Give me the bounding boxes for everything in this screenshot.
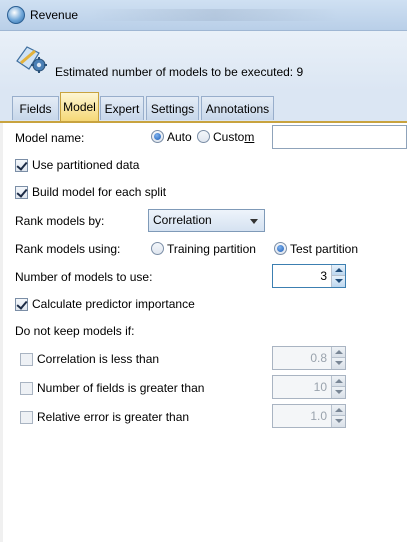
relative-error-greater-than-label[interactable]: Relative error is greater than (37, 410, 189, 424)
num-models-value: 3 (320, 269, 327, 283)
relative-error-threshold-spinner[interactable]: 1.0 (272, 404, 346, 428)
num-models-label: Number of models to use: (15, 270, 153, 284)
panel-left-edge (0, 123, 3, 542)
test-partition-radio[interactable] (274, 242, 287, 255)
tab-model[interactable]: Model (60, 92, 99, 121)
num-fields-greater-than-label[interactable]: Number of fields is greater than (37, 381, 204, 395)
relative-error-greater-than-checkbox[interactable] (20, 411, 33, 424)
predictor-importance-label[interactable]: Calculate predictor importance (32, 297, 195, 311)
spin-up-icon[interactable] (331, 376, 345, 387)
tab-fields[interactable]: Fields (12, 96, 59, 120)
training-partition-radio[interactable] (151, 242, 164, 255)
test-partition-label[interactable]: Test partition (290, 242, 358, 256)
num-fields-threshold-value: 10 (313, 380, 327, 394)
spin-down-icon[interactable] (331, 387, 345, 398)
num-fields-greater-than-checkbox[interactable] (20, 382, 33, 395)
model-name-custom-label[interactable]: Custom (213, 130, 254, 144)
tab-expert[interactable]: Expert (100, 96, 144, 120)
use-partitioned-data-label[interactable]: Use partitioned data (32, 158, 139, 172)
window-title: Revenue (30, 8, 79, 22)
app-icon (7, 6, 25, 24)
model-name-auto-radio[interactable] (151, 130, 164, 143)
model-builder-icon (16, 46, 47, 73)
spin-down-icon[interactable] (331, 276, 345, 287)
rank-models-by-dropdown[interactable]: Correlation (148, 209, 265, 232)
model-name-custom-radio[interactable] (197, 130, 210, 143)
custom-model-name-input[interactable] (272, 125, 407, 149)
num-models-spinner[interactable]: 3 (272, 264, 346, 288)
relative-error-threshold-value: 1.0 (310, 409, 327, 423)
predictor-importance-checkbox[interactable] (15, 298, 28, 311)
rank-models-by-value: Correlation (153, 213, 212, 227)
tab-annotations[interactable]: Annotations (201, 96, 274, 120)
build-each-split-checkbox[interactable] (15, 186, 28, 199)
correlation-threshold-value: 0.8 (310, 351, 327, 365)
tab-settings[interactable]: Settings (146, 96, 199, 120)
rank-models-using-label: Rank models using: (15, 242, 121, 256)
correlation-less-than-checkbox[interactable] (20, 353, 33, 366)
estimated-models-message: Estimated number of models to be execute… (55, 65, 304, 79)
correlation-less-than-label[interactable]: Correlation is less than (37, 352, 159, 366)
training-partition-label[interactable]: Training partition (167, 242, 256, 256)
window-title-bar[interactable]: Revenue (0, 0, 407, 31)
rank-models-by-label: Rank models by: (15, 214, 105, 228)
model-name-auto-label[interactable]: Auto (167, 130, 192, 144)
spin-down-icon[interactable] (331, 358, 345, 369)
model-name-label: Model name: (15, 131, 85, 145)
discard-rules-heading: Do not keep models if: (15, 324, 135, 338)
num-fields-threshold-spinner[interactable]: 10 (272, 375, 346, 399)
build-each-split-label[interactable]: Build model for each split (32, 185, 166, 199)
spin-up-icon[interactable] (331, 405, 345, 416)
use-partitioned-data-checkbox[interactable] (15, 159, 28, 172)
dialog-header (0, 31, 407, 91)
chevron-down-icon (250, 219, 258, 224)
spin-up-icon[interactable] (331, 265, 345, 276)
spin-down-icon[interactable] (331, 416, 345, 427)
spin-up-icon[interactable] (331, 347, 345, 358)
title-blur-region (90, 9, 340, 21)
correlation-threshold-spinner[interactable]: 0.8 (272, 346, 346, 370)
